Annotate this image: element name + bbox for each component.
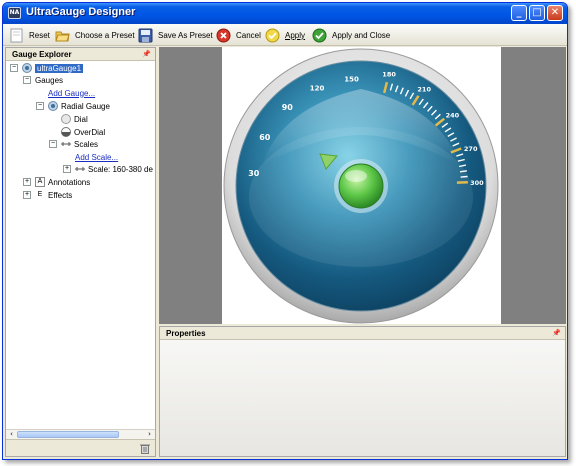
scroll-left-icon[interactable]: ‹: [7, 430, 16, 439]
cancel-label: Cancel: [236, 31, 261, 40]
scale-label: 120: [310, 84, 325, 92]
save-icon: [138, 28, 153, 43]
tree-label-dial: Dial: [74, 114, 88, 124]
save-preset-label: Save As Preset: [158, 31, 213, 40]
cancel-icon: [216, 28, 231, 43]
scale-label: 240: [446, 112, 460, 120]
scale-label: 180: [382, 70, 396, 78]
properties-header: Properties 📌: [160, 327, 565, 340]
properties-panel: Properties 📌: [159, 326, 566, 457]
collapse-icon[interactable]: −: [10, 64, 18, 72]
apply-close-label: Apply and Close: [332, 31, 391, 40]
expand-icon[interactable]: +: [23, 191, 31, 199]
apply-label: Apply: [285, 31, 306, 40]
scroll-thumb[interactable]: [17, 431, 119, 438]
properties-title: Properties: [166, 329, 206, 338]
title-bar[interactable]: NA UltraGauge Designer _ □ ✕: [3, 3, 567, 24]
reset-label: Reset: [29, 31, 50, 40]
designer-window: NA UltraGauge Designer _ □ ✕ Reset Choos…: [2, 2, 568, 460]
tree-label-overdial: OverDial: [74, 127, 106, 137]
app-icon: NA: [8, 7, 21, 19]
close-button[interactable]: ✕: [547, 5, 563, 21]
scale-label: 90: [282, 103, 294, 112]
gauge-preview-area: 30 60 90 120 150 180 210 240 270 300: [159, 47, 566, 324]
gauge-explorer-title: Gauge Explorer: [12, 50, 72, 59]
add-gauge-label: Add Gauge...: [48, 88, 96, 98]
collapse-icon[interactable]: −: [49, 140, 57, 148]
overdial-icon: [61, 127, 71, 137]
tree-node-dial[interactable]: Dial: [61, 113, 88, 125]
scale-label: 300: [470, 179, 484, 187]
gauge-canvas[interactable]: 30 60 90 120 150 180 210 240 270 300: [222, 47, 501, 324]
pin-icon[interactable]: 📌: [552, 327, 561, 340]
tree-label-scales: Scales: [74, 139, 99, 149]
tree-label-effects: Effects: [48, 190, 73, 200]
tree-node-scale-item[interactable]: + Scale: 160-380 de: [63, 163, 153, 175]
reset-icon: [10, 28, 23, 43]
needle-cap-highlight: [345, 170, 367, 182]
minor-tick: [459, 170, 468, 173]
add-scale-link[interactable]: Add Scale...: [75, 151, 118, 163]
gauge-node-icon: [22, 63, 32, 73]
tree-node-overdial[interactable]: OverDial: [61, 126, 105, 138]
reset-button[interactable]: Reset: [9, 27, 50, 44]
maximize-button[interactable]: □: [529, 5, 545, 21]
scroll-right-icon[interactable]: ›: [145, 430, 154, 439]
window-title: UltraGauge Designer: [26, 6, 136, 18]
annotation-icon: A: [35, 177, 45, 187]
add-scale-label: Add Scale...: [75, 152, 119, 162]
tree-node-scales[interactable]: − Scales: [49, 138, 98, 150]
pin-icon[interactable]: 📌: [142, 48, 151, 61]
folder-icon: [55, 31, 70, 42]
gauge-node-icon: [48, 101, 58, 111]
tree-label-scale-item: Scale: 160-380 de: [88, 164, 153, 174]
gauge-explorer-header: Gauge Explorer 📌: [6, 48, 155, 61]
scale-label: 30: [248, 169, 260, 178]
scale-icon: [75, 167, 85, 171]
toolbar: Reset Choose a Preset Save As Preset Can…: [3, 24, 567, 46]
tree-label-root: ultraGauge1: [35, 63, 84, 73]
apply-icon: [265, 28, 280, 43]
effects-icon: E: [37, 191, 43, 198]
add-gauge-link[interactable]: Add Gauge...: [48, 87, 95, 99]
scale-label: 210: [417, 86, 431, 94]
trash-icon[interactable]: [140, 443, 150, 454]
gauge-explorer-panel: Gauge Explorer 📌 − ultraGauge1 − Gauges …: [5, 47, 156, 457]
tree-node-root[interactable]: − ultraGauge1: [10, 62, 84, 74]
scale-icon: [61, 142, 71, 146]
explorer-footer: [6, 439, 155, 456]
minor-tick: [460, 175, 468, 178]
dial-icon: [61, 114, 71, 124]
tree-label-gauges: Gauges: [35, 75, 64, 85]
apply-button[interactable]: Apply: [265, 27, 305, 44]
radial-gauge[interactable]: 30 60 90 120 150 180 210 240 270 300: [222, 47, 501, 324]
choose-preset-button[interactable]: Choose a Preset: [55, 27, 135, 44]
tree-node-radial-gauge[interactable]: − Radial Gauge: [36, 100, 110, 112]
tree-node-effects[interactable]: + E Effects: [23, 189, 72, 201]
choose-preset-label: Choose a Preset: [75, 31, 135, 40]
needle-cap: [338, 163, 384, 209]
expand-icon[interactable]: +: [23, 178, 31, 186]
explorer-horizontal-scrollbar[interactable]: ‹ ›: [6, 429, 155, 439]
expand-icon[interactable]: +: [63, 165, 71, 173]
scale-label: 270: [464, 145, 478, 153]
tree-node-annotations[interactable]: + A Annotations: [23, 176, 90, 188]
cancel-button[interactable]: Cancel: [216, 27, 261, 44]
save-preset-button[interactable]: Save As Preset: [138, 27, 213, 44]
scale-label: 60: [259, 133, 271, 142]
apply-close-button[interactable]: Apply and Close: [312, 27, 390, 44]
tree-node-gauges[interactable]: − Gauges: [23, 74, 63, 86]
collapse-icon[interactable]: −: [36, 102, 44, 110]
apply-close-icon: [312, 28, 327, 43]
scale-label: 150: [344, 75, 359, 83]
tree-label-radial-gauge: Radial Gauge: [61, 101, 110, 111]
minimize-button[interactable]: _: [511, 5, 527, 21]
collapse-icon[interactable]: −: [23, 76, 31, 84]
tree-label-annotations: Annotations: [48, 177, 91, 187]
